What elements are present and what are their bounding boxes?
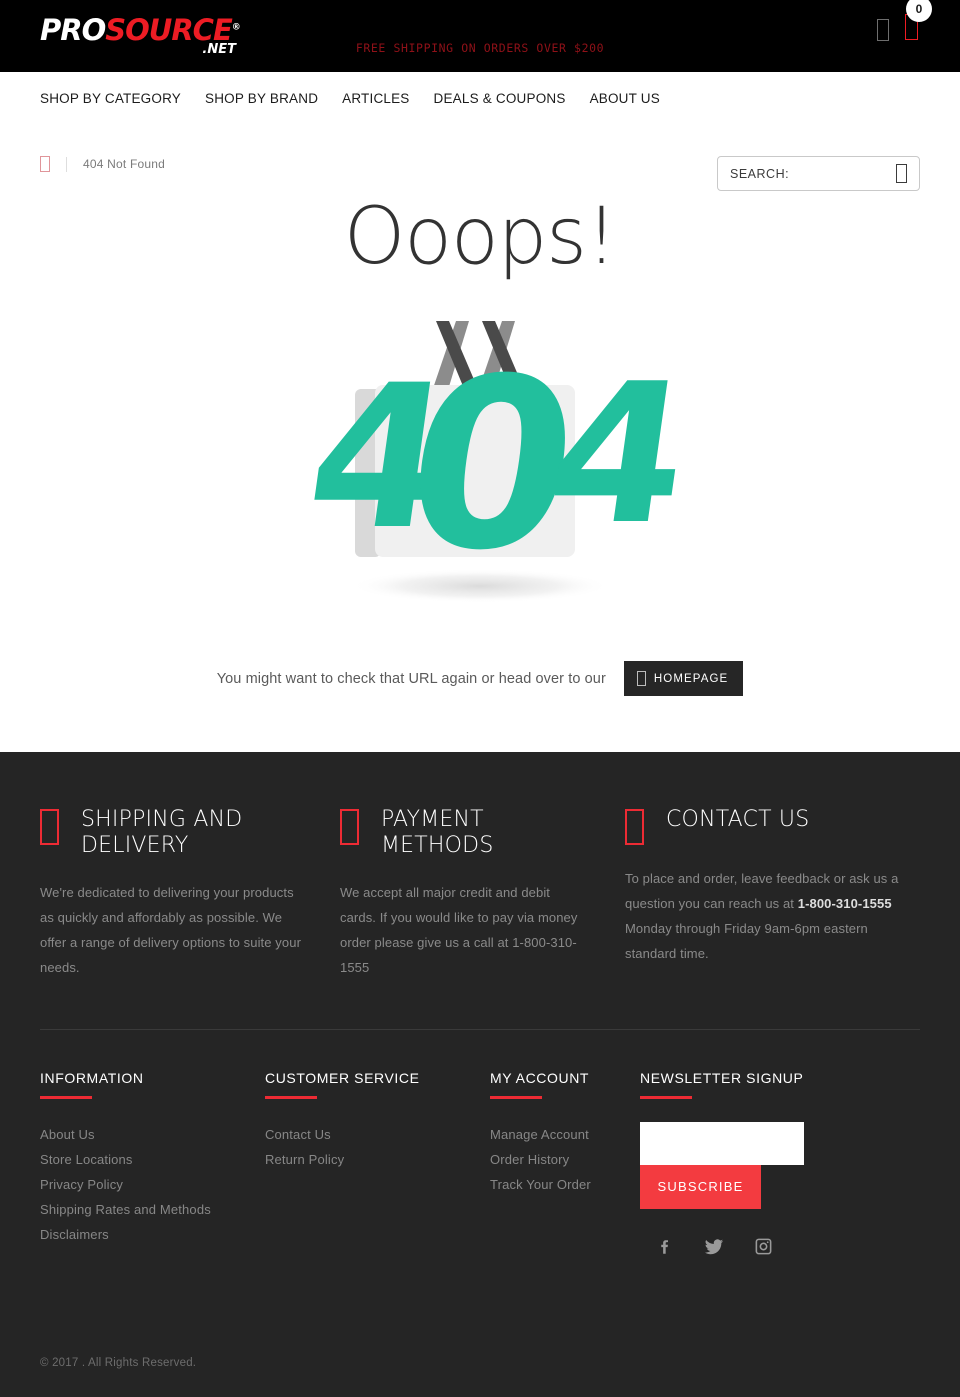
twitter-icon[interactable] xyxy=(704,1237,724,1257)
footer-column-heading: MY ACCOUNT xyxy=(490,1069,590,1086)
phone-icon xyxy=(625,809,644,845)
heading-underline-bar xyxy=(265,1095,317,1099)
cart-count-badge: 0 xyxy=(906,0,932,22)
page-title: Ooops! xyxy=(343,192,617,282)
footer-link-about-us[interactable]: About Us xyxy=(40,1122,265,1147)
nav-item-articles[interactable]: ARTICLES xyxy=(342,91,433,106)
truck-icon xyxy=(40,809,59,845)
digit-404: 4 0 4 xyxy=(295,328,680,602)
logo-registered-mark: ® xyxy=(231,22,241,33)
cart-button[interactable]: 0 xyxy=(905,0,932,45)
nav-item-shop-by-brand[interactable]: SHOP BY BRAND xyxy=(205,91,342,106)
footer-column-heading: NEWSLETTER SIGNUP xyxy=(640,1069,804,1086)
social-icon-row xyxy=(640,1237,865,1257)
footer-feature-title: PAYMENT METHODS xyxy=(381,807,494,858)
home-icon xyxy=(636,671,646,686)
footer-link-privacy-policy[interactable]: Privacy Policy xyxy=(40,1172,265,1197)
nav-list: SHOP BY CATEGORY SHOP BY BRAND ARTICLES … xyxy=(40,91,684,106)
footer-link-return-policy[interactable]: Return Policy xyxy=(265,1147,490,1172)
page-root: PROSOURCE® .NET FREE SHIPPING ON ORDERS … xyxy=(0,0,960,1397)
footer-feature-header: CONTACT US xyxy=(625,807,920,845)
footer-feature-header: SHIPPING AND DELIVERY xyxy=(40,807,304,859)
nav-item-shop-by-category[interactable]: SHOP BY CATEGORY xyxy=(40,91,205,106)
footer-link-contact-us[interactable]: Contact Us xyxy=(265,1122,490,1147)
footer-column-information: INFORMATION About Us Store Locations Pri… xyxy=(40,1070,265,1257)
promo-banner-text: FREE SHIPPING ON ORDERS OVER $200 xyxy=(355,41,605,55)
error-message-text: You might want to check that URL again o… xyxy=(216,670,606,687)
footer-link-disclaimers[interactable]: Disclaimers xyxy=(40,1222,265,1247)
instagram-icon[interactable] xyxy=(754,1237,773,1256)
footer-column-heading: CUSTOMER SERVICE xyxy=(265,1069,420,1086)
search-input[interactable] xyxy=(730,166,896,181)
footer-feature-row: SHIPPING AND DELIVERY We're dedicated to… xyxy=(40,807,920,981)
heart-icon[interactable] xyxy=(877,18,889,41)
heading-underline-bar xyxy=(40,1095,92,1099)
header-icon-group: 0 xyxy=(877,0,932,45)
site-logo[interactable]: PROSOURCE® .NET xyxy=(40,16,241,62)
site-footer: SHIPPING AND DELIVERY We're dedicated to… xyxy=(0,752,960,1397)
copyright-text: © 2017 . All Rights Reserved. xyxy=(40,1356,197,1369)
footer-link-shipping-rates[interactable]: Shipping Rates and Methods xyxy=(40,1197,265,1222)
footer-feature-title: SHIPPING AND DELIVERY xyxy=(81,807,243,858)
footer-feature-body: We're dedicated to delivering your produ… xyxy=(40,884,301,975)
error-404-graphic: 4 0 4 xyxy=(295,321,680,603)
error-hero: Ooops! 4 0 4 You might want to check tha… xyxy=(0,176,960,752)
footer-link-track-order[interactable]: Track Your Order xyxy=(490,1172,640,1197)
home-icon[interactable] xyxy=(40,156,50,172)
footer-feature-header: PAYMENT METHODS xyxy=(340,807,589,859)
nav-item-about-us[interactable]: ABOUT US xyxy=(590,91,684,106)
footer-column-my-account: MY ACCOUNT Manage Account Order History … xyxy=(490,1070,640,1257)
footer-link-store-locations[interactable]: Store Locations xyxy=(40,1147,265,1172)
footer-column-customer-service: CUSTOMER SERVICE Contact Us Return Polic… xyxy=(265,1070,490,1257)
main-navigation: SHOP BY CATEGORY SHOP BY BRAND ARTICLES … xyxy=(0,72,960,191)
error-message-row: You might want to check that URL again o… xyxy=(0,661,960,752)
search-icon[interactable] xyxy=(896,164,907,183)
contact-text-post: Monday through Friday 9am-6pm eastern st… xyxy=(625,920,868,961)
footer-feature-shipping: SHIPPING AND DELIVERY We're dedicated to… xyxy=(40,807,340,981)
heading-underline-bar xyxy=(490,1095,542,1099)
footer-feature-payment: PAYMENT METHODS We accept all major cred… xyxy=(340,807,625,981)
footer-link-columns: INFORMATION About Us Store Locations Pri… xyxy=(40,1070,920,1257)
homepage-button[interactable]: HOMEPAGE xyxy=(623,661,744,696)
footer-column-heading: INFORMATION xyxy=(40,1069,144,1086)
newsletter-email-input[interactable] xyxy=(640,1121,804,1165)
breadcrumb-current-page: 404 Not Found xyxy=(83,157,165,171)
footer-feature-body: To place and order, leave feedback or as… xyxy=(625,867,920,967)
homepage-button-label: HOMEPAGE xyxy=(653,672,729,685)
search-box[interactable] xyxy=(717,156,920,191)
breadcrumb-separator xyxy=(66,156,67,172)
credit-card-icon xyxy=(340,809,359,845)
footer-link-manage-account[interactable]: Manage Account xyxy=(490,1122,640,1147)
heading-underline-bar xyxy=(640,1095,692,1099)
footer-column-newsletter: NEWSLETTER SIGNUP SUBSCRIBE xyxy=(640,1070,865,1257)
footer-link-order-history[interactable]: Order History xyxy=(490,1147,640,1172)
contact-phone-number: 1-800-310-1555 xyxy=(797,895,892,911)
facebook-icon[interactable] xyxy=(656,1237,674,1257)
error-illustration: 4 0 4 xyxy=(280,311,680,611)
footer-divider xyxy=(40,1028,920,1030)
footer-feature-body: We accept all major credit and debit car… xyxy=(340,884,578,975)
footer-feature-contact: CONTACT US To place and order, leave fee… xyxy=(625,807,920,981)
nav-item-deals-coupons[interactable]: DEALS & COUPONS xyxy=(434,91,590,106)
subscribe-button[interactable]: SUBSCRIBE xyxy=(640,1164,761,1209)
footer-feature-title: CONTACT US xyxy=(666,807,810,832)
top-bar: PROSOURCE® .NET FREE SHIPPING ON ORDERS … xyxy=(0,0,960,72)
